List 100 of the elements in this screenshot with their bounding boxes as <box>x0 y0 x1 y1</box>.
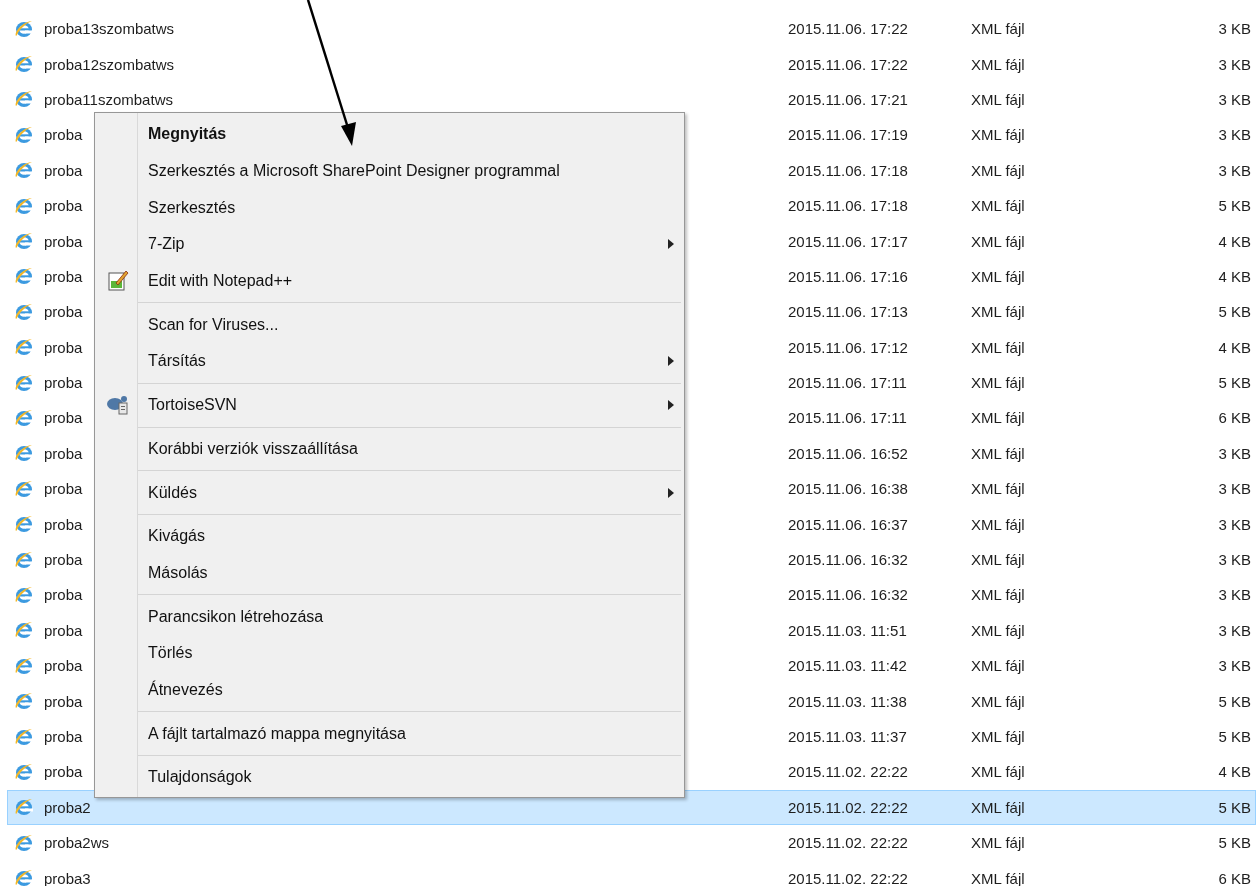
file-type: XML fájl <box>971 338 1025 356</box>
file-date: 2015.11.03. 11:38 <box>788 692 907 710</box>
file-date: 2015.11.06. 16:37 <box>788 515 908 533</box>
file-date: 2015.11.06. 16:38 <box>788 480 908 498</box>
file-type: XML fájl <box>971 267 1025 285</box>
file-name: proba <box>44 303 83 321</box>
file-name: proba <box>44 197 83 215</box>
file-date: 2015.11.03. 11:51 <box>788 621 907 639</box>
file-type: XML fájl <box>971 834 1025 852</box>
file-name: proba11szombatws <box>44 90 173 108</box>
file-date: 2015.11.06. 17:17 <box>788 232 908 250</box>
file-type: XML fájl <box>971 232 1025 250</box>
file-date: 2015.11.02. 22:22 <box>788 798 908 816</box>
file-date: 2015.11.06. 17:22 <box>788 20 908 38</box>
file-name: proba <box>44 126 83 144</box>
file-date: 2015.11.02. 22:22 <box>788 763 908 781</box>
file-size: 6 KB <box>1218 409 1251 427</box>
file-name: proba <box>44 586 83 604</box>
file-date: 2015.11.06. 17:18 <box>788 197 908 215</box>
file-size: 3 KB <box>1218 551 1251 569</box>
file-name: proba13szombatws <box>44 20 175 38</box>
file-size: 3 KB <box>1218 621 1251 639</box>
file-date: 2015.11.06. 17:11 <box>788 409 907 427</box>
file-size: 4 KB <box>1218 338 1251 356</box>
file-type: XML fájl <box>971 55 1025 73</box>
file-type: XML fájl <box>971 444 1025 462</box>
file-date: 2015.11.06. 17:18 <box>788 161 908 179</box>
file-date: 2015.11.06. 17:19 <box>788 126 908 144</box>
file-type: XML fájl <box>971 657 1025 675</box>
file-date: 2015.11.03. 11:42 <box>788 657 907 675</box>
file-size: 3 KB <box>1218 657 1251 675</box>
file-type: XML fájl <box>971 728 1025 745</box>
file-type: XML fájl <box>971 763 1025 781</box>
file-size: 5 KB <box>1218 834 1251 852</box>
file-type: XML fájl <box>971 621 1025 639</box>
file-name: proba <box>44 763 83 781</box>
file-size: 3 KB <box>1218 515 1251 533</box>
file-name: proba <box>44 267 83 285</box>
file-type: XML fájl <box>971 798 1025 816</box>
file-date: 2015.11.02. 22:22 <box>788 869 908 886</box>
file-name: proba <box>44 728 83 745</box>
file-type: XML fájl <box>971 586 1025 604</box>
file-type: XML fájl <box>971 869 1025 886</box>
file-name: proba <box>44 232 83 250</box>
file-date: 2015.11.02. 22:22 <box>788 834 908 852</box>
file-name: proba <box>44 515 83 533</box>
file-name: proba <box>44 621 83 639</box>
file-size: 3 KB <box>1218 586 1251 604</box>
file-date: 2015.11.06. 16:32 <box>788 586 908 604</box>
file-name: proba <box>44 409 83 427</box>
file-name: proba12szombatws <box>44 55 175 73</box>
file-date: 2015.11.06. 17:13 <box>788 303 908 321</box>
file-type: XML fájl <box>971 374 1025 392</box>
file-type: XML fájl <box>971 692 1025 710</box>
file-size: 3 KB <box>1218 55 1251 73</box>
file-name: proba2ws <box>44 834 110 852</box>
file-name: proba <box>44 338 83 356</box>
file-size: 3 KB <box>1218 20 1251 38</box>
file-size: 5 KB <box>1218 197 1251 215</box>
file-size: 4 KB <box>1218 763 1251 781</box>
file-size: 5 KB <box>1218 798 1251 816</box>
file-name: proba <box>44 692 83 710</box>
file-size: 3 KB <box>1218 480 1251 498</box>
file-name: proba <box>44 480 83 498</box>
file-type: XML fájl <box>971 551 1025 569</box>
file-size: 5 KB <box>1218 728 1251 745</box>
file-type: XML fájl <box>971 303 1025 321</box>
file-date: 2015.11.06. 16:52 <box>788 444 908 462</box>
file-size: 5 KB <box>1218 692 1251 710</box>
file-date: 2015.11.06. 17:16 <box>788 267 908 285</box>
file-size: 4 KB <box>1218 232 1251 250</box>
file-name: proba2 <box>44 798 91 816</box>
file-type: XML fájl <box>971 515 1025 533</box>
file-name: proba <box>44 444 83 462</box>
file-type: XML fájl <box>971 197 1025 215</box>
file-type: XML fájl <box>971 126 1025 144</box>
file-name: proba <box>44 161 83 179</box>
file-name: proba <box>44 374 83 392</box>
file-size: 5 KB <box>1218 374 1251 392</box>
file-size: 3 KB <box>1218 444 1251 462</box>
file-name: proba <box>44 551 83 569</box>
file-type: XML fájl <box>971 90 1025 108</box>
file-size: 3 KB <box>1218 90 1251 108</box>
file-date: 2015.11.06. 17:21 <box>788 90 908 108</box>
file-type: XML fájl <box>971 20 1025 38</box>
file-size: 3 KB <box>1218 161 1251 179</box>
file-date: 2015.11.06. 17:22 <box>788 55 908 73</box>
file-size: 5 KB <box>1218 303 1251 321</box>
file-date: 2015.11.06. 17:11 <box>788 374 907 392</box>
file-type: XML fájl <box>971 409 1025 427</box>
file-name: proba3 <box>44 869 91 886</box>
file-type: XML fájl <box>971 161 1025 179</box>
file-name: proba <box>44 657 83 675</box>
file-date: 2015.11.06. 16:32 <box>788 551 908 569</box>
file-size: 4 KB <box>1218 267 1251 285</box>
file-type: XML fájl <box>971 480 1025 498</box>
file-date: 2015.11.03. 11:37 <box>788 728 907 745</box>
file-date: 2015.11.06. 17:12 <box>788 338 908 356</box>
file-size: 3 KB <box>1218 126 1251 144</box>
file-size: 6 KB <box>1218 869 1251 886</box>
